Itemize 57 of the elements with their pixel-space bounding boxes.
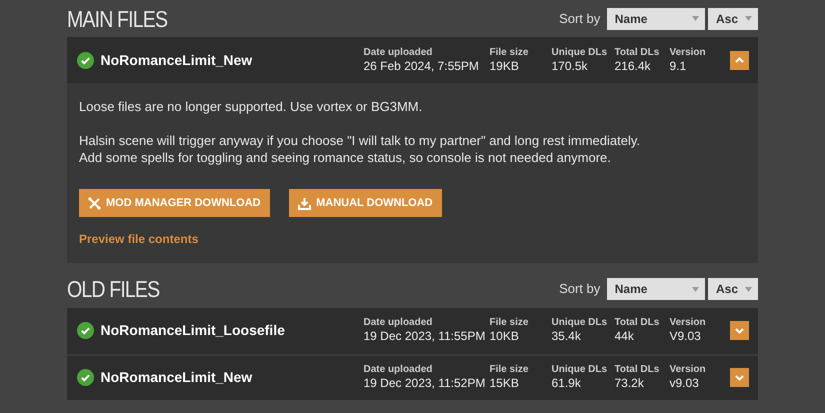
section-title: OLD FILES xyxy=(67,275,160,304)
preview-link[interactable]: Preview file contents xyxy=(79,230,198,248)
file-name: NoRomanceLimit_Loosefile xyxy=(100,321,285,340)
meta-value: 44k xyxy=(614,329,635,344)
meta-value: 19 Dec 2023, 11:55PM xyxy=(364,329,486,344)
meta-value: 19KB xyxy=(490,58,520,74)
dropdown-caret-icon xyxy=(692,16,699,21)
sort-field-select[interactable]: Name xyxy=(606,8,705,30)
sort-order-select[interactable]: Asc xyxy=(708,8,758,30)
meta-value: V9.03 xyxy=(670,329,702,344)
section-title: MAIN FILES xyxy=(67,4,168,34)
chevron-down-icon xyxy=(735,328,744,334)
meta-label: Unique DLs xyxy=(552,46,608,59)
chevron-up-icon xyxy=(735,57,744,63)
meta-value: 35.4k xyxy=(552,329,582,344)
description-text: Halsin scene will trigger anyway if you choose "I will talk to my partner" and long rest immediately. xyxy=(79,132,641,149)
meta-label: Date uploaded xyxy=(364,46,434,59)
meta-label: Unique DLs xyxy=(552,364,608,376)
collapse-button[interactable] xyxy=(730,50,749,70)
meta-label: Total DLs xyxy=(614,46,660,59)
meta-value: v9.03 xyxy=(670,376,700,391)
crossed-tools-icon xyxy=(88,196,101,210)
meta-value: 216.4k xyxy=(614,58,652,74)
meta-value: 73.2k xyxy=(614,376,645,391)
sort-order-select[interactable]: Asc xyxy=(708,278,758,300)
meta-label: File size xyxy=(490,46,530,59)
meta-value: 10KB xyxy=(490,329,520,344)
meta-label: Version xyxy=(670,46,707,59)
expand-button[interactable] xyxy=(730,321,749,340)
sort-label: Sort by xyxy=(559,280,600,298)
dropdown-caret-icon xyxy=(745,286,752,292)
meta-label: File size xyxy=(490,364,530,376)
meta-value: 15KB xyxy=(490,376,520,391)
meta-label: Total DLs xyxy=(614,317,660,330)
meta-label: Version xyxy=(670,364,707,376)
dropdown-caret-icon xyxy=(692,286,699,292)
expand-button[interactable] xyxy=(730,368,749,387)
meta-label: Version xyxy=(670,317,707,330)
meta-value: 9.1 xyxy=(670,58,688,74)
meta-label: File size xyxy=(490,317,530,330)
description-text: Loose files are no longer supported. Use vortex or BG3MM. xyxy=(79,98,424,115)
meta-value: 61.9k xyxy=(552,376,582,391)
download-icon xyxy=(298,196,312,210)
meta-value: 26 Feb 2024, 7:55PM xyxy=(364,58,480,74)
sort-label: Sort by xyxy=(559,10,600,28)
meta-label: Total DLs xyxy=(614,364,660,376)
sort-field-select[interactable]: Name xyxy=(606,278,705,300)
meta-value: 19 Dec 2023, 11:52PM xyxy=(364,376,486,391)
meta-label: Date uploaded xyxy=(364,317,434,330)
description-text: Add some spells for toggling and seeing romance status, so console is not needed anymore. xyxy=(79,149,612,166)
file-name: NoRomanceLimit_New xyxy=(100,368,252,387)
meta-label: Date uploaded xyxy=(364,364,434,376)
chevron-down-icon xyxy=(735,374,744,380)
meta-value: 170.5k xyxy=(552,58,589,74)
meta-label: Unique DLs xyxy=(552,317,608,330)
file-name: NoRomanceLimit_New xyxy=(100,50,252,70)
dropdown-caret-icon xyxy=(745,16,752,21)
